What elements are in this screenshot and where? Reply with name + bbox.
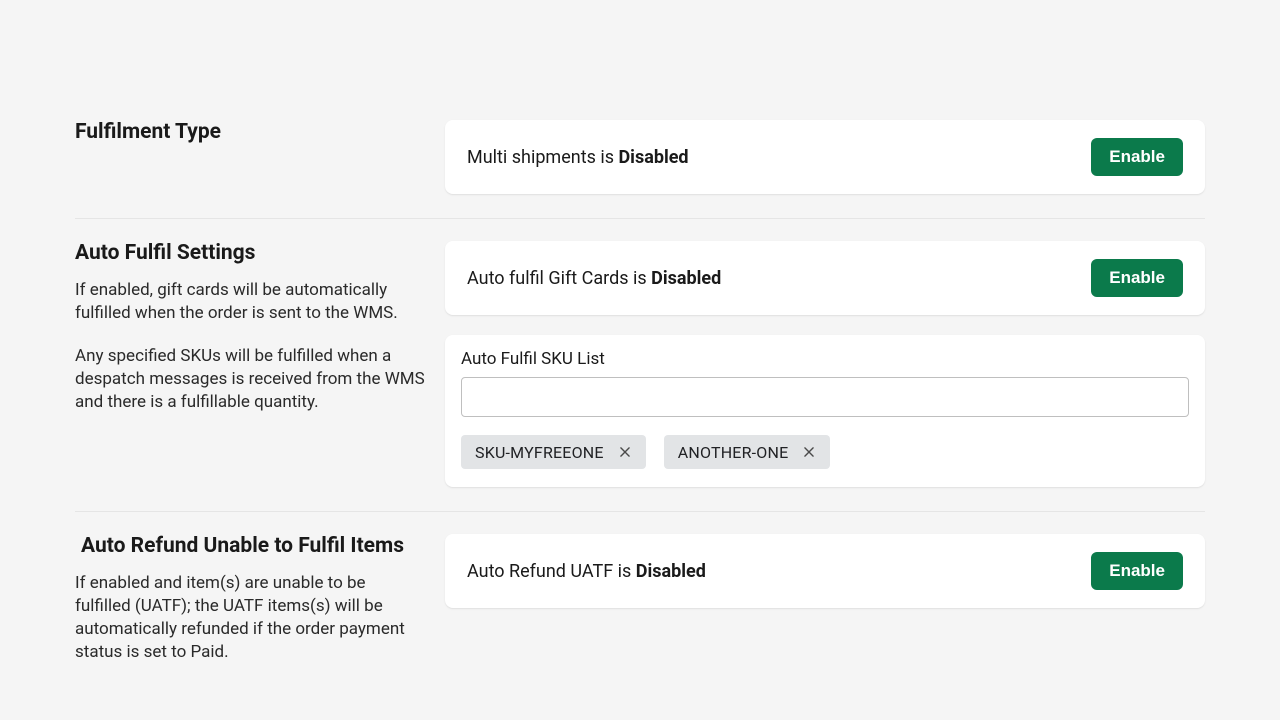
- auto-fulfil-giftcards-status: Auto fulfil Gift Cards is Disabled: [467, 268, 721, 289]
- multi-shipments-status-prefix: Multi shipments is: [467, 147, 618, 168]
- sku-chip-label: ANOTHER-ONE: [678, 443, 789, 462]
- sku-chip: SKU-MYFREEONE: [461, 435, 646, 469]
- enable-auto-fulfil-giftcards-button[interactable]: Enable: [1091, 259, 1183, 297]
- auto-refund-status: Auto Refund UATF is Disabled: [467, 561, 706, 582]
- multi-shipments-status-state: Disabled: [618, 147, 688, 168]
- close-icon[interactable]: [798, 441, 820, 463]
- auto-refund-desc: If enabled and item(s) are unable to be …: [75, 572, 425, 664]
- auto-fulfil-giftcards-state: Disabled: [651, 268, 721, 289]
- fulfilment-type-card: Multi shipments is Disabled Enable: [445, 120, 1205, 194]
- auto-fulfil-sku-chip-row: SKU-MYFREEONE ANOTHER-ONE: [461, 435, 1189, 469]
- auto-fulfil-desc-1: If enabled, gift cards will be automatic…: [75, 279, 425, 325]
- auto-fulfil-sku-input[interactable]: [461, 377, 1189, 417]
- section-auto-refund: Auto Refund Unable to Fulfil Items If en…: [75, 512, 1205, 688]
- auto-fulfil-title: Auto Fulfil Settings: [75, 241, 425, 265]
- sku-chip-label: SKU-MYFREEONE: [475, 443, 604, 462]
- auto-fulfil-sku-card: Auto Fulfil SKU List SKU-MYFREEONE ANOTH…: [445, 335, 1205, 487]
- auto-fulfil-giftcards-card: Auto fulfil Gift Cards is Disabled Enabl…: [445, 241, 1205, 315]
- multi-shipments-status: Multi shipments is Disabled: [467, 147, 689, 168]
- auto-fulfil-desc-2: Any specified SKUs will be fulfilled whe…: [75, 345, 425, 414]
- enable-auto-refund-button[interactable]: Enable: [1091, 552, 1183, 590]
- section-auto-fulfil: Auto Fulfil Settings If enabled, gift ca…: [75, 219, 1205, 512]
- auto-refund-status-prefix: Auto Refund UATF is: [467, 561, 636, 582]
- fulfilment-type-title: Fulfilment Type: [75, 120, 425, 144]
- auto-refund-card: Auto Refund UATF is Disabled Enable: [445, 534, 1205, 608]
- auto-fulfil-giftcards-prefix: Auto fulfil Gift Cards is: [467, 268, 651, 289]
- auto-refund-title: Auto Refund Unable to Fulfil Items: [81, 534, 425, 558]
- enable-multi-shipments-button[interactable]: Enable: [1091, 138, 1183, 176]
- auto-fulfil-sku-label: Auto Fulfil SKU List: [461, 349, 1189, 369]
- sku-chip: ANOTHER-ONE: [664, 435, 831, 469]
- auto-refund-status-state: Disabled: [636, 561, 706, 582]
- close-icon[interactable]: [614, 441, 636, 463]
- section-fulfilment-type: Fulfilment Type Multi shipments is Disab…: [75, 0, 1205, 219]
